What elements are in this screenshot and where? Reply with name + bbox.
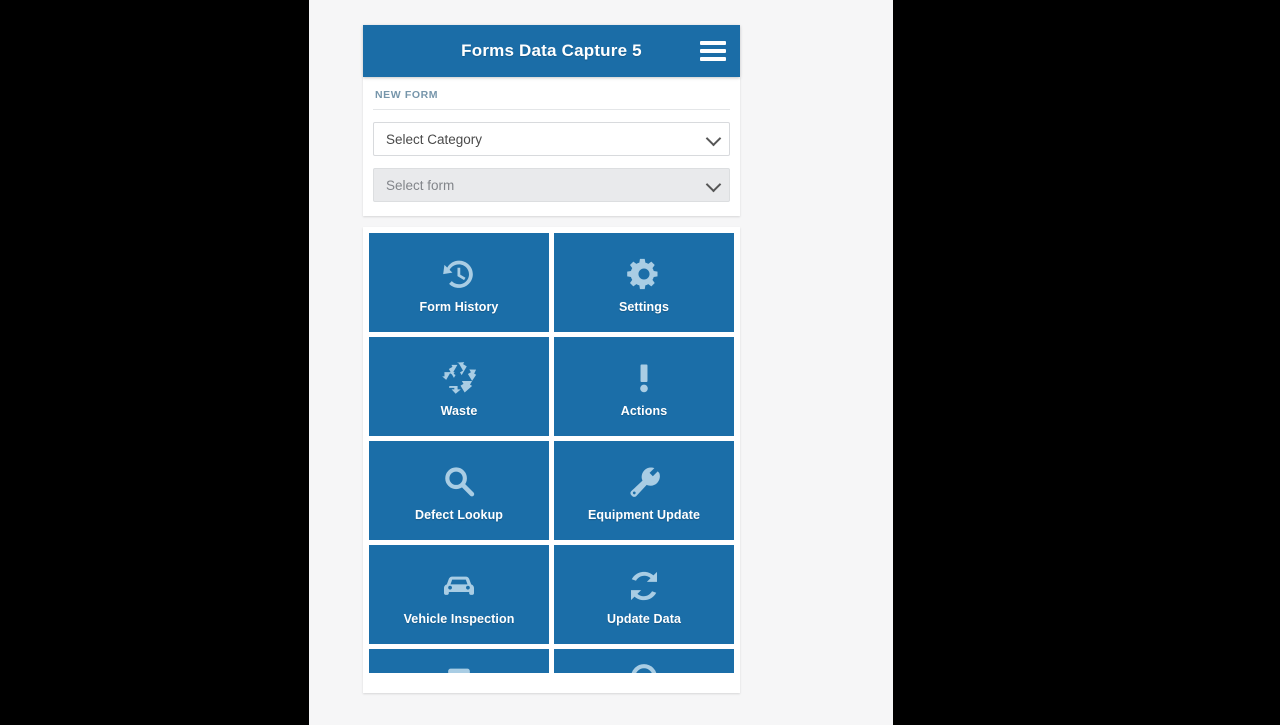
tile-grid: Form History Settings Waste Actions Defe… [369,233,734,673]
browser-viewport: Forms Data Capture 5 NEW FORM Select Cat… [309,0,893,725]
tile-actions[interactable]: Actions [554,337,734,436]
tile-equipment-update[interactable]: Equipment Update [554,441,734,540]
hamburger-bar-2 [700,49,726,53]
car-icon [437,564,481,608]
tile-label: Waste [440,403,478,418]
tile-partial-right[interactable] [554,649,734,673]
new-form-card: NEW FORM Select Category Select form [363,77,740,216]
tile-update-data[interactable]: Update Data [554,545,734,644]
tile-label: Defect Lookup [414,507,504,522]
mobile-app-container: Forms Data Capture 5 NEW FORM Select Cat… [363,25,740,725]
category-select-wrapper: Select Category [373,122,730,156]
hamburger-menu-icon[interactable] [700,41,726,61]
refresh-sync-icon [622,564,666,608]
tile-defect-lookup[interactable]: Defect Lookup [369,441,549,540]
tile-grid-card: Form History Settings Waste Actions Defe… [363,227,740,693]
history-clock-icon [437,252,481,296]
tile-label: Equipment Update [587,507,701,522]
tile-form-history[interactable]: Form History [369,233,549,332]
category-select[interactable]: Select Category [373,122,730,156]
partial-icon-right [622,657,666,673]
tile-label: Actions [620,403,668,418]
magnifier-icon [437,460,481,504]
tile-label: Vehicle Inspection [403,611,515,626]
page-title: Forms Data Capture 5 [461,41,642,60]
hamburger-bar-3 [700,57,726,61]
hamburger-bar-1 [700,41,726,45]
app-header: Forms Data Capture 5 [363,25,740,77]
screen-recording-frame: Forms Data Capture 5 NEW FORM Select Cat… [0,0,1280,725]
recycle-icon [437,356,481,400]
tile-label: Update Data [606,611,682,626]
form-select[interactable]: Select form [373,168,730,202]
exclamation-mark-icon [622,356,666,400]
new-form-section-label: NEW FORM [373,87,730,110]
tile-partial-left[interactable] [369,649,549,673]
tile-label: Form History [419,299,499,314]
tile-label: Settings [618,299,670,314]
tile-vehicle-inspection[interactable]: Vehicle Inspection [369,545,549,644]
tile-waste[interactable]: Waste [369,337,549,436]
wrench-icon [622,460,666,504]
tile-settings[interactable]: Settings [554,233,734,332]
partial-icon-left [437,657,481,673]
gear-icon [622,252,666,296]
form-select-wrapper: Select form [373,168,730,202]
